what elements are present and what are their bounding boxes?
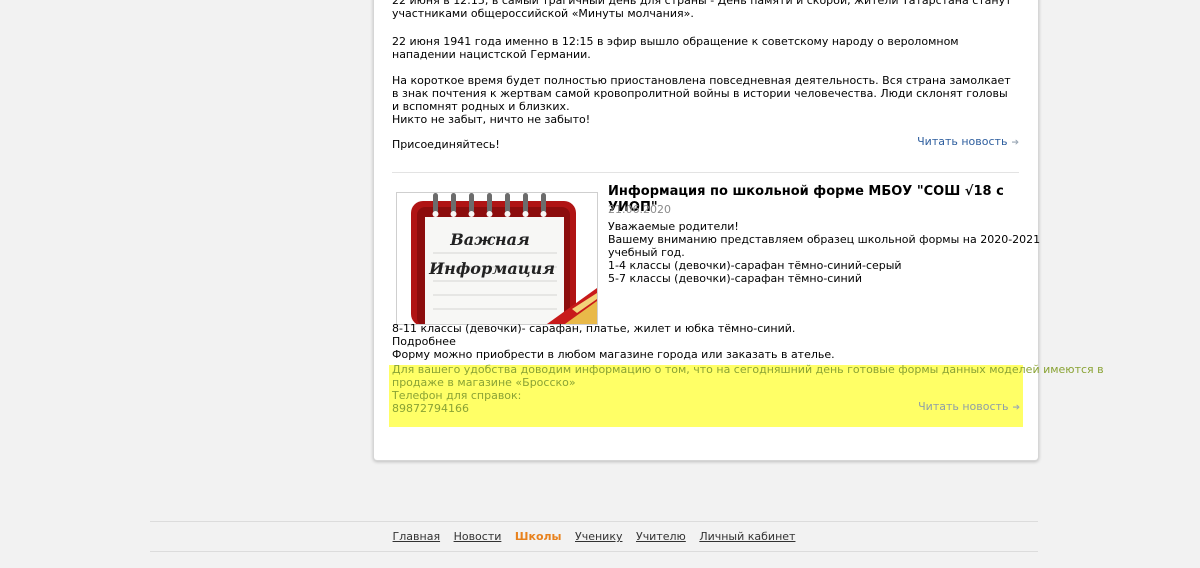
highlighted-info: Для вашего удобства доводим информацию о… — [389, 363, 1104, 427]
image-caption-line2: Информация — [429, 259, 555, 278]
news-body: Уважаемые родители! Вашему вниманию пред… — [608, 220, 1041, 285]
news-body-continued: 8-11 классы (девочки)- сарафан, платье, … — [392, 322, 1018, 361]
highlight-line: Для вашего удобства доводим информацию о… — [392, 363, 1104, 376]
read-news-link[interactable]: Читать новость ➔ — [918, 400, 1020, 415]
footer-link-student[interactable]: Ученику — [575, 530, 622, 543]
body-line: 5-7 классы (девочки)-сарафан тёмно-синий — [608, 272, 862, 285]
news-divider — [392, 172, 1019, 173]
footer-link-teacher[interactable]: Учителю — [636, 530, 686, 543]
news-paragraph: 22 июня в 12:15, в самый трагичный день … — [392, 0, 1012, 20]
news-paragraph: 22 июня 1941 года именно в 12:15 в эфир … — [392, 35, 959, 61]
body-line: 1-4 классы (девочки)-сарафан тёмно-синий… — [608, 259, 902, 272]
read-news-label: Читать новость — [918, 400, 1009, 413]
arrow-right-icon: ➔ — [1012, 403, 1020, 413]
news-thumbnail[interactable]: Важная Информация — [396, 192, 598, 325]
body-line: учебный год. — [608, 246, 685, 259]
footer-nav: Главная Новости Школы Ученику Учителю Ли… — [0, 530, 1188, 543]
read-news-link[interactable]: Читать новость ➔ — [917, 135, 1019, 150]
arrow-right-icon: ➔ — [1011, 138, 1019, 148]
footer-divider — [150, 521, 1038, 522]
news-date: 21.06.2020 — [608, 203, 671, 216]
body-line: 8-11 классы (девочки)- сарафан, платье, … — [392, 322, 796, 335]
footer-link-schools[interactable]: Школы — [515, 530, 562, 543]
body-line: Форму можно приобрести в любом магазине … — [392, 348, 835, 361]
footer-link-account[interactable]: Личный кабинет — [699, 530, 795, 543]
news-paragraph: Никто не забыт, ничто не забыто! — [392, 113, 591, 126]
image-caption-line1: Важная — [450, 230, 530, 249]
footer-link-news[interactable]: Новости — [454, 530, 502, 543]
news-paragraph: На короткое время будет полностью приост… — [392, 74, 1011, 113]
news-card: 22 июня в 12:15, в самый трагичный день … — [373, 0, 1104, 461]
footer-divider — [150, 551, 1038, 552]
footer-link-home[interactable]: Главная — [393, 530, 441, 543]
highlight-line: продаже в магазине «Бросско» — [392, 376, 576, 389]
read-news-label: Читать новость — [917, 135, 1008, 148]
body-line: Вашему вниманию представляем образец шко… — [608, 233, 1041, 246]
body-line: Уважаемые родители! — [608, 220, 739, 233]
body-line: Подробнее — [392, 335, 456, 348]
